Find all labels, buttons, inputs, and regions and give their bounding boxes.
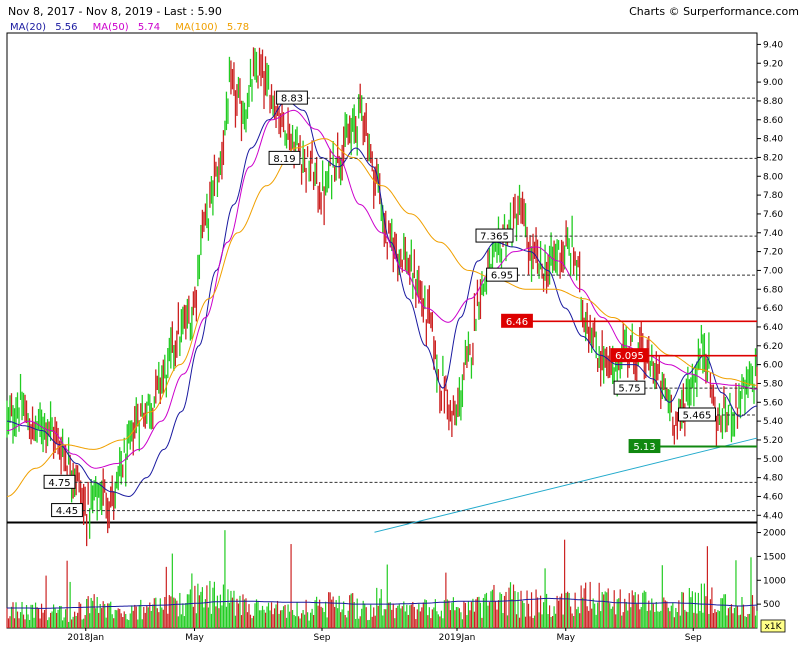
price-tick-label: 6.80 bbox=[763, 285, 783, 295]
x-tick-label: 2019Jan bbox=[439, 633, 476, 643]
price-tick-label: 8.40 bbox=[763, 135, 783, 145]
legend-ma20: MA(20) 5.56 bbox=[10, 22, 83, 33]
level-label: 8.19 bbox=[273, 154, 295, 165]
stock-chart: Nov 8, 2017 - Nov 8, 2019 - Last : 5.90 … bbox=[0, 0, 805, 650]
price-tick-label: 7.80 bbox=[763, 191, 783, 201]
price-tick-label: 7.00 bbox=[763, 266, 783, 276]
level-label: 7.365 bbox=[480, 232, 509, 243]
chart-credit: Charts © Surperformance.com bbox=[629, 5, 799, 18]
volume-tick-label: 500 bbox=[763, 600, 780, 610]
price-tick-label: 5.20 bbox=[763, 436, 783, 446]
price-tick-label: 5.00 bbox=[763, 455, 783, 465]
x-tick-label: 2018Jan bbox=[67, 633, 104, 643]
price-tick-label: 5.80 bbox=[763, 379, 783, 389]
ma50-line bbox=[6, 109, 757, 469]
level-label: 4.75 bbox=[48, 478, 70, 489]
legend-ma50: MA(50) 5.74 bbox=[93, 22, 166, 33]
level-label: 4.45 bbox=[56, 506, 78, 517]
level-label: 8.83 bbox=[281, 94, 303, 105]
legend-ma100: MA(100) 5.78 bbox=[175, 22, 255, 33]
price-tick-label: 8.80 bbox=[763, 97, 783, 107]
trendline bbox=[374, 437, 758, 533]
x-tick-label: Sep bbox=[314, 633, 331, 643]
level-label: 5.465 bbox=[683, 410, 712, 421]
price-tick-label: 7.60 bbox=[763, 210, 783, 220]
level-label: 6.095 bbox=[615, 351, 644, 362]
chart-range-text: Nov 8, 2017 - Nov 8, 2019 - Last : 5.90 bbox=[8, 5, 222, 18]
legend-ma20-value: 5.56 bbox=[55, 22, 78, 33]
price-tick-label: 9.40 bbox=[763, 40, 783, 50]
volume-tick-label: 1500 bbox=[763, 552, 786, 562]
price-tick-label: 4.80 bbox=[763, 474, 783, 484]
price-tick-label: 4.40 bbox=[763, 511, 783, 521]
price-tick-label: 5.40 bbox=[763, 417, 783, 427]
price-tick-label: 8.60 bbox=[763, 116, 783, 126]
price-tick-label: 8.00 bbox=[763, 172, 783, 182]
price-tick-label: 7.40 bbox=[763, 229, 783, 239]
legend-ma100-label: MA(100) bbox=[175, 22, 218, 33]
x-tick-label: May bbox=[556, 633, 575, 643]
price-tick-label: 6.60 bbox=[763, 304, 783, 314]
price-tick-label: 9.20 bbox=[763, 59, 783, 69]
volume-tick-label: 2000 bbox=[763, 529, 786, 539]
level-label: 6.95 bbox=[491, 271, 513, 282]
price-tick-label: 6.00 bbox=[763, 361, 783, 371]
price-tick-label: 6.40 bbox=[763, 323, 783, 333]
level-label: 6.46 bbox=[506, 317, 528, 328]
legend-ma20-label: MA(20) bbox=[10, 22, 46, 33]
price-tick-label: 9.00 bbox=[763, 78, 783, 88]
legend-ma100-value: 5.78 bbox=[226, 22, 250, 33]
ma-legend: MA(20) 5.56 MA(50) 5.74 MA(100) 5.78 bbox=[10, 22, 261, 33]
volume-unit-label: x1K bbox=[765, 622, 783, 632]
price-tick-label: 4.60 bbox=[763, 492, 783, 502]
price-tick-label: 8.20 bbox=[763, 153, 783, 163]
price-tick-label: 5.60 bbox=[763, 398, 783, 408]
level-label: 5.13 bbox=[633, 442, 655, 453]
ma20-line bbox=[6, 100, 758, 498]
level-label: 5.75 bbox=[618, 384, 640, 395]
volume-tick-label: 1000 bbox=[763, 576, 786, 586]
x-tick-label: May bbox=[185, 633, 204, 643]
legend-ma50-label: MA(50) bbox=[92, 22, 129, 33]
legend-ma50-value: 5.74 bbox=[137, 22, 161, 33]
price-tick-label: 7.20 bbox=[763, 248, 783, 258]
chart-canvas: 4.40 4.60 4.80 5.00 5.20 5.40 5.60 5.80 6.00 6.20… bbox=[6, 32, 786, 643]
x-tick-label: Sep bbox=[685, 633, 702, 643]
price-tick-label: 6.20 bbox=[763, 342, 783, 352]
